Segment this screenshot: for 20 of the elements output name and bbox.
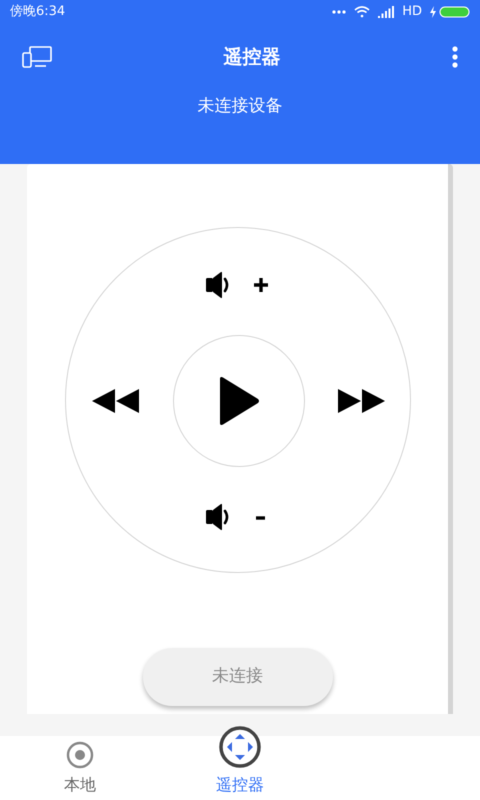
nav-tab[interactable]: 本地 — [0, 740, 160, 800]
devices-icon — [22, 46, 52, 68]
rewind-icon — [92, 388, 140, 414]
play-icon — [218, 376, 260, 426]
fast-forward-button[interactable] — [338, 388, 386, 414]
status-time: 傍晚6:34 — [10, 3, 66, 22]
record-icon — [66, 741, 94, 769]
signal-icon — [378, 6, 394, 18]
wifi-icon — [354, 6, 370, 18]
connection-status: 未连接设备 — [198, 96, 282, 116]
more-menu-button[interactable] — [452, 46, 458, 68]
more-icon — [452, 46, 458, 68]
app-title: 遥控器 — [224, 44, 280, 70]
nav-tab[interactable]: 遥控器 — [160, 724, 320, 800]
network-type: HD — [402, 3, 422, 22]
more-notifications-icon — [332, 10, 346, 14]
battery-icon — [430, 6, 470, 18]
fast-forward-icon — [338, 388, 386, 414]
cast-devices-button[interactable] — [22, 46, 52, 68]
rewind-button[interactable] — [92, 388, 140, 414]
